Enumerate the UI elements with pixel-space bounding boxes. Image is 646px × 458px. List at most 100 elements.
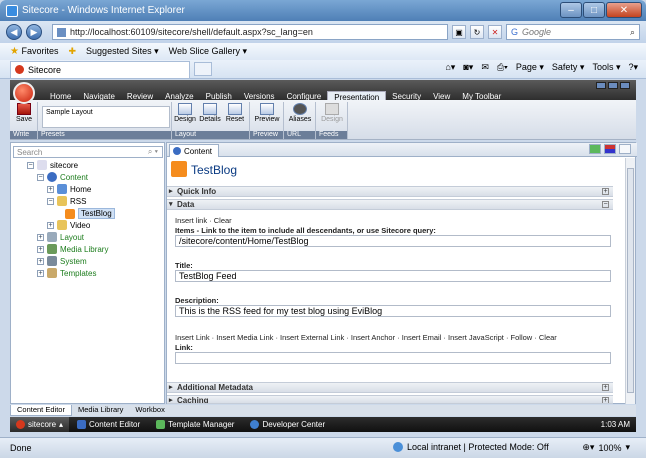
section-additional-metadata[interactable]: ▸ Additional Metadata + bbox=[167, 382, 613, 393]
expand-icon[interactable]: + bbox=[37, 257, 44, 265]
maximize-button[interactable]: □ bbox=[583, 2, 605, 18]
home-icon[interactable]: ⌂▾ bbox=[445, 62, 455, 73]
back-button[interactable]: ◀ bbox=[6, 24, 22, 40]
refresh-icon[interactable]: ↻ bbox=[470, 25, 484, 39]
write-group: Save Write bbox=[10, 102, 38, 139]
collapse-icon[interactable]: − bbox=[37, 173, 44, 181]
sc-maximize-button[interactable] bbox=[608, 82, 618, 89]
reset-button[interactable]: Reset bbox=[223, 103, 247, 123]
address-bar[interactable]: http://localhost:60109/sitecore/shell/de… bbox=[52, 24, 448, 40]
sc-minimize-button[interactable] bbox=[596, 82, 606, 89]
taskbar-template-manager[interactable]: Template Manager bbox=[148, 420, 242, 429]
aliases-button[interactable]: Aliases bbox=[288, 103, 312, 123]
stop-icon[interactable]: ✕ bbox=[488, 25, 502, 39]
taskbar-content-editor[interactable]: Content Editor bbox=[69, 420, 148, 429]
minimize-button[interactable]: – bbox=[560, 2, 582, 18]
expand-icon[interactable]: + bbox=[602, 384, 609, 391]
web-slice-gallery-link[interactable]: Web Slice Gallery ▾ bbox=[169, 46, 247, 57]
new-tab-button[interactable] bbox=[194, 62, 212, 76]
vertical-scrollbar[interactable] bbox=[625, 158, 635, 404]
mail-icon[interactable]: ✉ bbox=[481, 62, 489, 73]
items-field-label: Items - Link to the item to include all … bbox=[175, 226, 436, 235]
close-window-button[interactable]: ✕ bbox=[606, 2, 642, 18]
tree-search-input[interactable]: Search ⌕ ▾ bbox=[13, 146, 163, 158]
app-tab-content-editor[interactable]: Content Editor bbox=[10, 405, 72, 416]
sitecore-logo[interactable] bbox=[13, 82, 35, 104]
collapse-icon[interactable]: − bbox=[27, 161, 34, 169]
title-field-input[interactable]: TestBlog Feed bbox=[175, 270, 611, 282]
add-favorite-icon[interactable]: ✚ bbox=[69, 46, 77, 57]
taskbar-developer-center[interactable]: Developer Center bbox=[242, 420, 333, 429]
preview-button[interactable]: Preview bbox=[254, 103, 280, 123]
sitecore-start-button[interactable]: sitecore ▴ bbox=[10, 417, 70, 432]
tree-node-home[interactable]: + Home bbox=[47, 184, 91, 194]
print-icon[interactable]: ⎙▾ bbox=[497, 62, 508, 73]
tree-node-content[interactable]: − Content bbox=[37, 172, 88, 182]
zoom-control[interactable]: ⊕▾ 100% ▾ bbox=[582, 442, 630, 453]
compat-view-icon[interactable]: ▣ bbox=[452, 25, 466, 39]
collapse-icon[interactable]: − bbox=[47, 197, 54, 205]
globe-icon bbox=[393, 442, 403, 452]
expand-icon[interactable]: + bbox=[37, 269, 44, 277]
feeds-icon[interactable]: ◙▾ bbox=[463, 62, 473, 73]
content-tab[interactable]: Content bbox=[169, 144, 220, 157]
suggested-sites-link[interactable]: Suggested Sites ▾ bbox=[86, 46, 159, 57]
content-editor-panel: Content TestBlog ▸ Quick Info + ▾ Data − Ins… bbox=[166, 142, 637, 404]
expand-icon[interactable]: + bbox=[47, 221, 54, 229]
search-input[interactable]: G Google ⌕ bbox=[506, 24, 640, 40]
design-button[interactable]: Design bbox=[173, 103, 197, 123]
help-icon[interactable]: ?▾ bbox=[628, 62, 638, 73]
folder-icon bbox=[57, 220, 67, 230]
sc-close-button[interactable] bbox=[620, 82, 630, 89]
favorites-button[interactable]: ★ Favorites bbox=[10, 46, 59, 57]
tree-node-video[interactable]: + Video bbox=[47, 220, 90, 230]
expand-icon[interactable]: + bbox=[37, 233, 44, 241]
expand-icon[interactable]: + bbox=[47, 185, 54, 193]
section-data[interactable]: ▾ Data − bbox=[167, 199, 613, 210]
tree-node-layout[interactable]: + Layout bbox=[37, 232, 84, 242]
page-menu[interactable]: Page ▾ bbox=[516, 62, 544, 73]
collapse-icon[interactable]: − bbox=[602, 201, 609, 208]
sample-layout-list[interactable]: Sample Layout bbox=[42, 106, 170, 128]
browser-tab-row: Sitecore ⌂▾ ◙▾ ✉ ⎙▾ Page ▾ Safety ▾ Tool… bbox=[0, 60, 646, 79]
navigate-icon[interactable] bbox=[589, 144, 601, 154]
tools-menu[interactable]: Tools ▾ bbox=[592, 62, 620, 73]
tree-node-templates[interactable]: + Templates bbox=[37, 268, 96, 278]
items-field-input[interactable]: /sitecore/content/Home/TestBlog bbox=[175, 235, 611, 247]
content-tab-icon bbox=[173, 147, 181, 155]
section-quick-info[interactable]: ▸ Quick Info + bbox=[167, 186, 613, 197]
app-tab-media-library[interactable]: Media Library bbox=[72, 405, 129, 416]
clock: 1:03 AM bbox=[600, 420, 630, 429]
search-options-icon[interactable]: ▾ bbox=[155, 147, 158, 156]
tree-node-media-library[interactable]: + Media Library bbox=[37, 244, 108, 254]
tab-favicon bbox=[15, 65, 24, 74]
forward-button[interactable]: ▶ bbox=[26, 24, 42, 40]
description-field-input[interactable]: This is the RSS feed for my test blog us… bbox=[175, 305, 611, 317]
media-node-icon bbox=[47, 244, 57, 254]
expand-icon[interactable]: + bbox=[602, 188, 609, 195]
version-selector[interactable] bbox=[619, 144, 631, 154]
browser-tab-sitecore[interactable]: Sitecore bbox=[10, 60, 190, 78]
scroll-thumb[interactable] bbox=[627, 168, 634, 393]
app-tab-workbox[interactable]: Workbox bbox=[129, 405, 170, 416]
expand-icon[interactable]: + bbox=[37, 245, 44, 253]
template-manager-icon bbox=[156, 420, 166, 429]
search-icon[interactable]: ⌕ bbox=[630, 27, 635, 38]
tree-node-testblog[interactable]: TestBlog bbox=[65, 208, 115, 219]
save-button[interactable]: Save bbox=[12, 103, 36, 123]
safety-menu[interactable]: Safety ▾ bbox=[552, 62, 585, 73]
tree-node-system[interactable]: + System bbox=[37, 256, 87, 266]
security-zone[interactable]: Local intranet | Protected Mode: Off bbox=[393, 442, 549, 452]
link-field-actions[interactable]: Insert Link · Insert Media Link · Insert… bbox=[175, 333, 557, 342]
details-button[interactable]: Details bbox=[198, 103, 222, 123]
items-field-actions[interactable]: Insert link · Clear bbox=[175, 216, 232, 225]
expand-icon[interactable]: + bbox=[602, 397, 609, 403]
layout-group-label: Layout bbox=[172, 131, 249, 139]
section-caching[interactable]: ▸ Caching + bbox=[167, 395, 613, 404]
language-flag-icon[interactable] bbox=[604, 144, 616, 154]
tree-node-sitecore[interactable]: − sitecore bbox=[27, 160, 78, 170]
tree-node-rss[interactable]: − RSS bbox=[47, 196, 86, 206]
search-icon[interactable]: ⌕ bbox=[148, 147, 152, 156]
design-feeds-button[interactable]: Design bbox=[320, 103, 344, 123]
link-field-input[interactable] bbox=[175, 352, 611, 364]
